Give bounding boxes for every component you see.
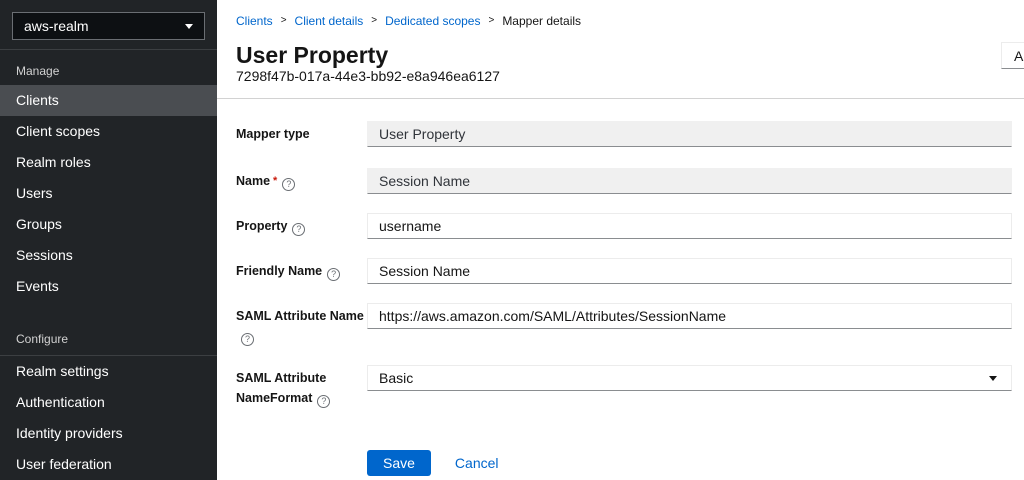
sidebar-item-clients[interactable]: Clients	[0, 85, 217, 116]
help-icon: ?	[282, 178, 296, 191]
form-actions: Save Cancel	[367, 450, 1012, 476]
caret-down-icon	[185, 23, 193, 29]
page-title: User Property	[236, 42, 389, 68]
property-input[interactable]	[367, 213, 1012, 239]
content-header: Clients > Client details > Dedicated sco…	[217, 0, 1024, 84]
nav-items: Clients Client scopes Realm roles Users …	[0, 85, 217, 302]
sidebar-item-realm-roles[interactable]: Realm roles	[0, 147, 217, 178]
required-asterisk: *	[273, 175, 278, 187]
form-row-property: Property?	[236, 213, 1012, 239]
page-subtitle: 7298f47b-017a-44e3-bb92-e8a946ea6127	[236, 68, 500, 84]
sidebar-item-realm-settings[interactable]: Realm settings	[0, 356, 217, 387]
sidebar-item-client-scopes[interactable]: Client scopes	[0, 116, 217, 147]
breadcrumb-link-client-details[interactable]: Client details	[295, 13, 364, 29]
property-label: Property?	[236, 213, 367, 236]
sidebar-item-events[interactable]: Events	[0, 271, 217, 302]
cancel-link[interactable]: Cancel	[455, 455, 499, 471]
saml-nameformat-label: SAML Attribute NameFormat?	[236, 365, 367, 408]
nav-group-title: Configure	[16, 332, 69, 346]
breadcrumb-separator-icon: >	[488, 15, 495, 26]
friendly-name-input[interactable]	[367, 258, 1012, 284]
select-value: Basic	[379, 370, 414, 386]
sidebar-item-authentication[interactable]: Authentication	[0, 387, 217, 418]
sidebar-item-identity-providers[interactable]: Identity providers	[0, 418, 217, 449]
app-window: aws-realm Manage Clients Client scopes R…	[0, 0, 1024, 480]
form-row-friendly-name: Friendly Name?	[236, 258, 1012, 284]
form-row-saml-attribute-name: SAML Attribute Name ?	[236, 303, 1012, 346]
saml-nameformat-select[interactable]: Basic	[367, 365, 1012, 391]
field-label-text: SAML Attribute Name	[236, 309, 364, 323]
name-label: Name *?	[236, 168, 367, 191]
breadcrumb-link-dedicated-scopes[interactable]: Dedicated scopes	[385, 13, 480, 29]
nav-group-title: Manage	[16, 64, 60, 78]
field-label-text: Property	[236, 219, 288, 233]
breadcrumb-separator-icon: >	[371, 15, 378, 26]
friendly-name-label: Friendly Name?	[236, 258, 367, 281]
realm-selector[interactable]: aws-realm	[12, 12, 205, 40]
help-icon: ?	[241, 333, 254, 346]
help-icon: ?	[317, 395, 331, 408]
caret-down-icon	[989, 376, 997, 381]
sidebar-nav: Manage Clients Client scopes Realm roles…	[0, 50, 217, 480]
mapper-type-input	[367, 121, 1012, 147]
breadcrumb-separator-icon: >	[280, 15, 287, 26]
field-label-text: Friendly Name	[236, 264, 323, 278]
help-icon: ?	[292, 223, 306, 236]
realm-selector-value: aws-realm	[24, 18, 89, 34]
field-label-text: SAML Attribute	[236, 371, 327, 385]
field-label-text: Mapper type	[236, 127, 310, 141]
saml-attribute-name-label: SAML Attribute Name ?	[236, 303, 367, 346]
name-input	[367, 168, 1012, 194]
main-content: Clients > Client details > Dedicated sco…	[217, 0, 1024, 480]
sidebar: aws-realm Manage Clients Client scopes R…	[0, 0, 217, 480]
help-icon: ?	[327, 268, 341, 281]
breadcrumb-current: Mapper details	[502, 14, 582, 28]
sidebar-item-sessions[interactable]: Sessions	[0, 240, 217, 271]
form-row-mapper-type: Mapper type	[236, 121, 1012, 147]
field-label-text: NameFormat	[236, 391, 313, 405]
form-row-saml-nameformat: SAML Attribute NameFormat? Basic	[236, 365, 1012, 408]
sidebar-item-user-federation[interactable]: User federation	[0, 449, 217, 480]
field-label-text: Name	[236, 174, 271, 188]
mapper-type-label: Mapper type	[236, 121, 367, 142]
form-row-name: Name *?	[236, 168, 1012, 194]
nav-group-manage: Manage Clients Client scopes Realm roles…	[0, 58, 217, 302]
action-menu-button[interactable]: Ac	[1001, 42, 1024, 69]
nav-items: Realm settings Authentication Identity p…	[0, 355, 217, 480]
saml-attribute-name-input[interactable]	[367, 303, 1012, 329]
nav-group-configure: Configure Realm settings Authentication …	[0, 326, 217, 480]
breadcrumb: Clients > Client details > Dedicated sco…	[236, 13, 1012, 29]
mapper-form: Mapper type Name*? Property? Friendly Na…	[217, 99, 1024, 476]
save-button[interactable]: Save	[367, 450, 431, 476]
sidebar-item-users[interactable]: Users	[0, 178, 217, 209]
sidebar-item-groups[interactable]: Groups	[0, 209, 217, 240]
breadcrumb-link-clients[interactable]: Clients	[236, 13, 273, 29]
